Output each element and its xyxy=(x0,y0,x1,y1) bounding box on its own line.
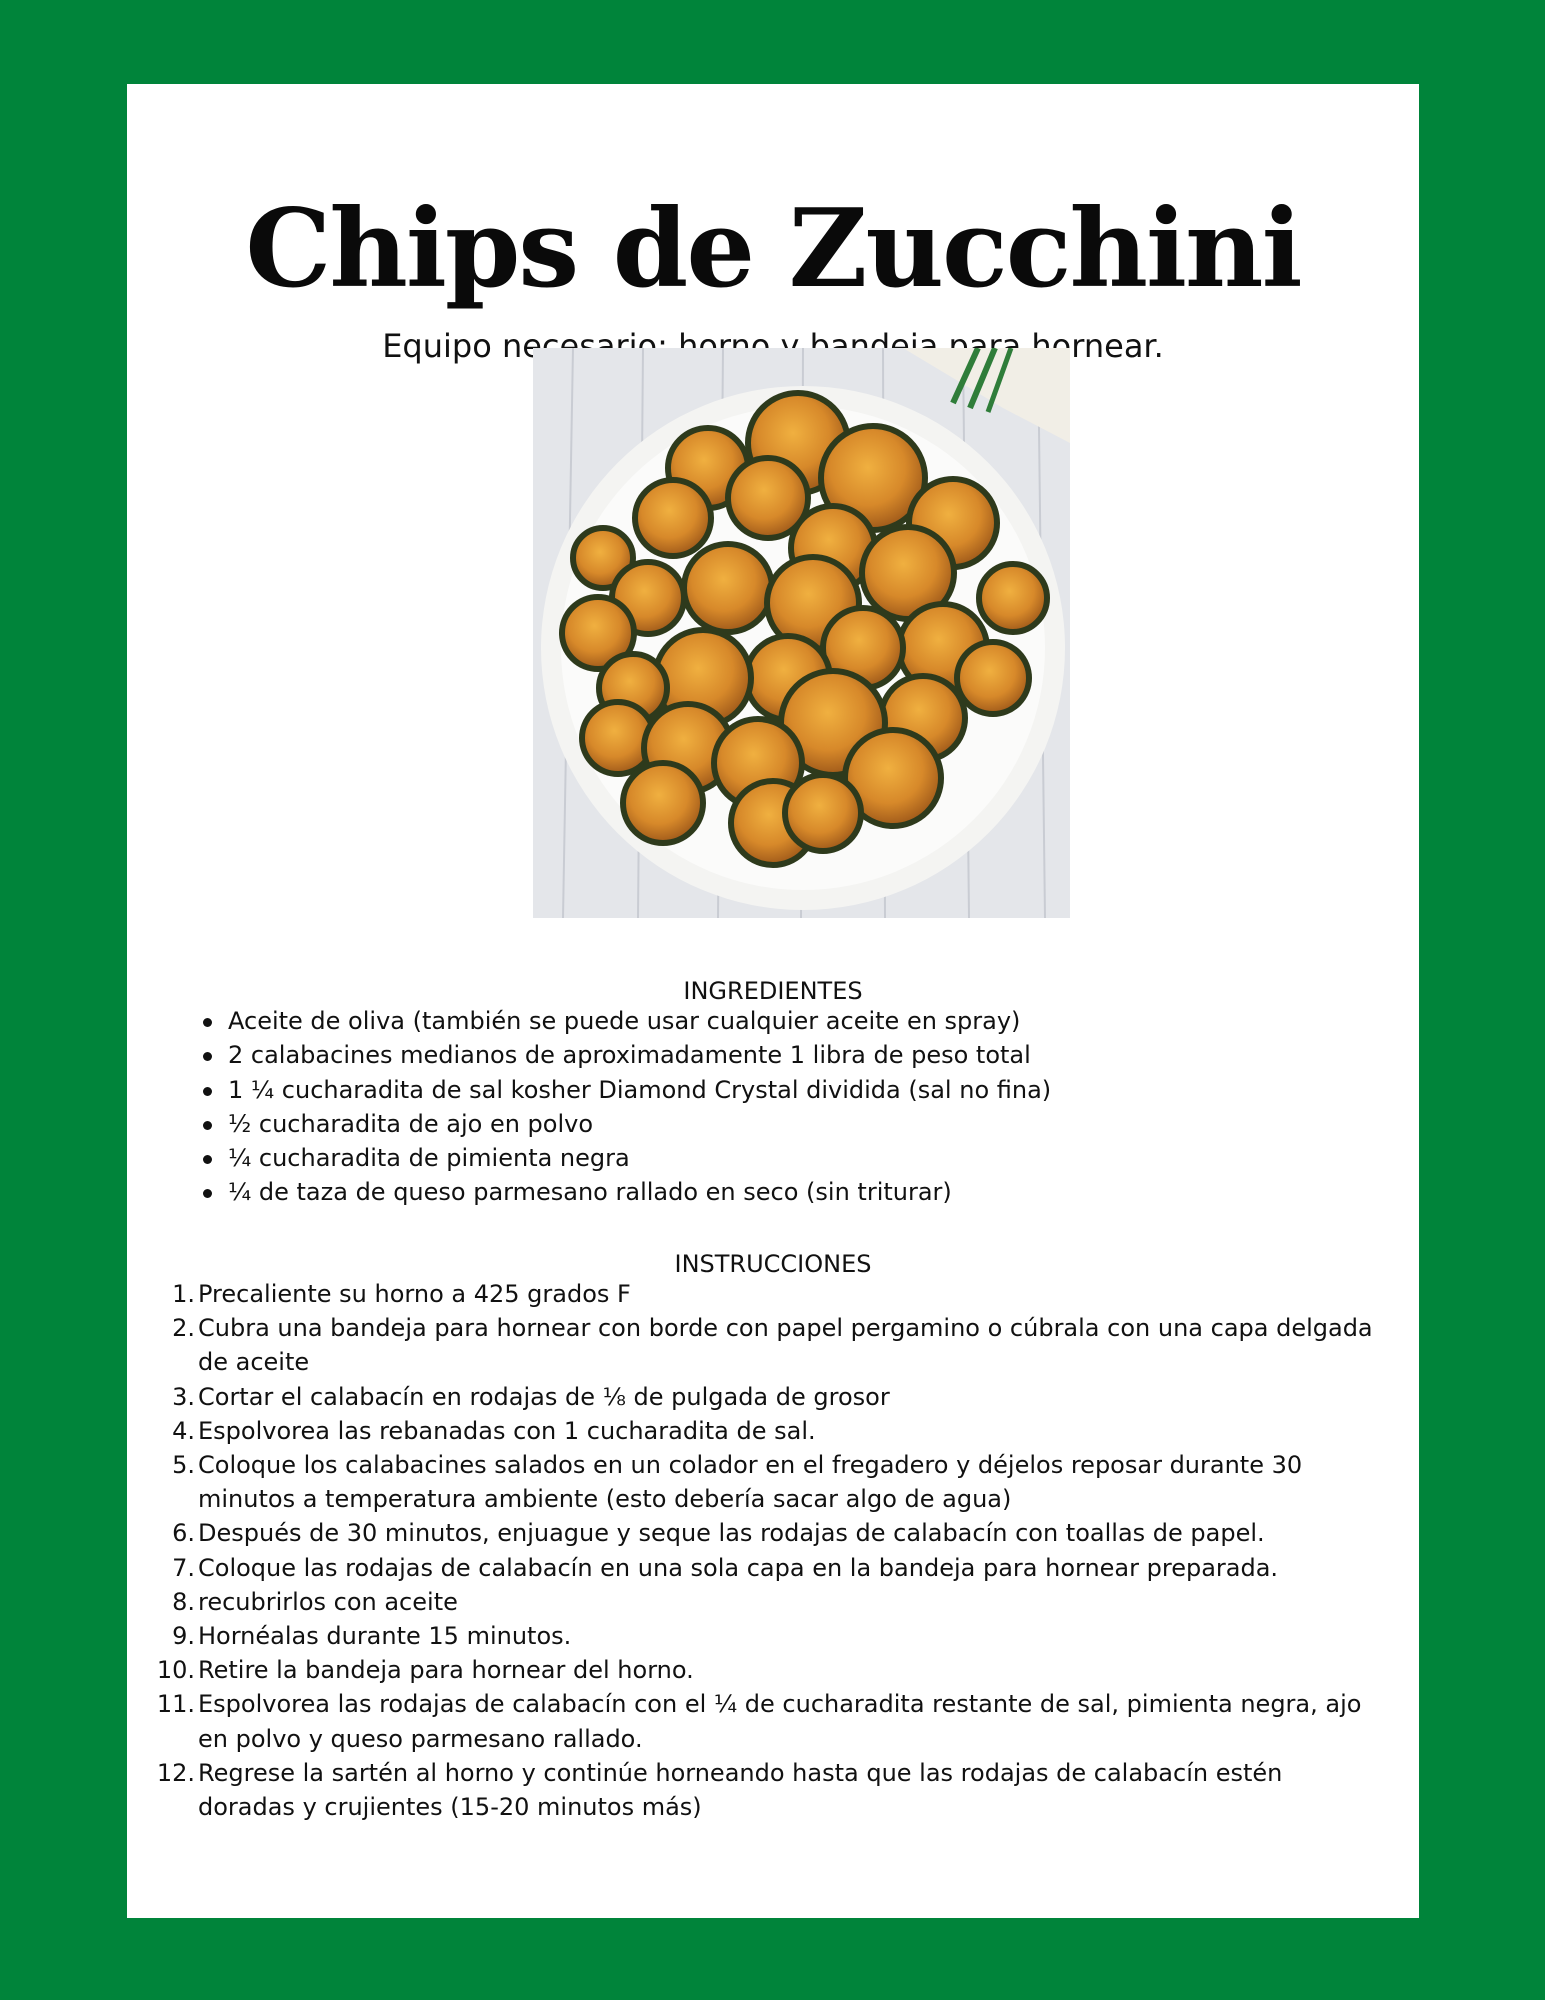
instruction-step: 2. Cubra una bandeja para hornear con bor… xyxy=(167,1311,1407,1379)
instruction-step: 1. Precaliente su horno a 425 grados F xyxy=(167,1277,1407,1311)
ingredient-item: ½ cucharadita de ajo en polvo xyxy=(198,1107,1398,1141)
step-number: 8. xyxy=(172,1587,195,1616)
step-number: 4. xyxy=(172,1416,195,1445)
recipe-page: Chips de Zucchini Equipo necesario: horn… xyxy=(127,84,1419,1918)
step-number: 2. xyxy=(172,1314,195,1343)
step-text: Cubra una bandeja para hornear con borde… xyxy=(198,1314,1373,1377)
step-text: Regrese la sartén al horno y continúe ho… xyxy=(198,1758,1283,1822)
step-text: Precaliente su horno a 425 grados F xyxy=(198,1280,631,1308)
instructions-list: 1. Precaliente su horno a 425 grados F 2… xyxy=(157,1277,1407,1824)
step-number: 6. xyxy=(172,1519,195,1548)
step-number: 3. xyxy=(172,1382,195,1411)
ingredients-list: Aceite de oliva (también se puede usar c… xyxy=(198,1004,1398,1210)
step-text: Cortar el calabacín en rodajas de ⅛ de p… xyxy=(198,1382,890,1411)
step-text: Espolvorea las rodajas de calabacín con … xyxy=(198,1690,1362,1753)
instruction-step: 11. Espolvorea las rodajas de calabacín c… xyxy=(157,1687,1407,1755)
instruction-step: 7. Coloque las rodajas de calabacín en un… xyxy=(167,1551,1407,1585)
instructions-heading: INSTRUCCIONES xyxy=(674,1250,872,1278)
step-text: Coloque los calabacines salados en un co… xyxy=(198,1451,1303,1514)
zucchini-chips-photo xyxy=(533,348,1070,918)
instruction-step: 9. Hornéalas durante 15 minutos. xyxy=(167,1619,1407,1653)
step-text: Retire la bandeja para hornear del horno… xyxy=(198,1656,694,1685)
ingredient-item: 1 ¼ cucharadita de sal kosher Diamond Cr… xyxy=(198,1073,1398,1107)
instruction-step: 4. Espolvorea las rebanadas con 1 cuchara… xyxy=(167,1414,1407,1448)
step-number: 10. xyxy=(156,1656,195,1685)
instruction-step: 12. Regrese la sartén al horno y continú… xyxy=(157,1756,1407,1824)
step-text: Después de 30 minutos, enjuague y seque … xyxy=(198,1519,1265,1548)
step-number: 5. xyxy=(172,1451,195,1480)
recipe-title: Chips de Zucchini xyxy=(245,186,1302,312)
step-number: 7. xyxy=(172,1553,195,1582)
step-text: recubrirlos con aceite xyxy=(198,1587,458,1616)
instruction-step: 10. Retire la bandeja para hornear del ho… xyxy=(157,1653,1407,1687)
ingredient-item: 2 calabacines medianos de aproximadament… xyxy=(198,1038,1398,1072)
step-number: 12. xyxy=(156,1758,195,1787)
ingredient-item: ¼ cucharadita de pimienta negra xyxy=(198,1141,1398,1175)
ingredient-item: Aceite de oliva (también se puede usar c… xyxy=(198,1004,1398,1038)
ingredient-item: ¼ de taza de queso parmesano rallado en … xyxy=(198,1175,1398,1209)
ingredients-heading: INGREDIENTES xyxy=(683,977,863,1005)
step-number: 9. xyxy=(172,1622,195,1651)
step-number: 11. xyxy=(156,1690,195,1719)
instruction-step: 6. Después de 30 minutos, enjuague y seq… xyxy=(167,1516,1407,1550)
step-text: Espolvorea las rebanadas con 1 cucharadi… xyxy=(198,1416,816,1445)
step-text: Hornéalas durante 15 minutos. xyxy=(198,1622,572,1651)
instruction-step: 8. recubrirlos con aceite xyxy=(167,1585,1407,1619)
instruction-step: 3. Cortar el calabacín en rodajas de ⅛ de… xyxy=(167,1380,1407,1414)
step-text: Coloque las rodajas de calabacín en una … xyxy=(198,1553,1279,1582)
step-number: 1. xyxy=(172,1280,195,1308)
instruction-step: 5. Coloque los calabacines salados en un … xyxy=(167,1448,1407,1516)
